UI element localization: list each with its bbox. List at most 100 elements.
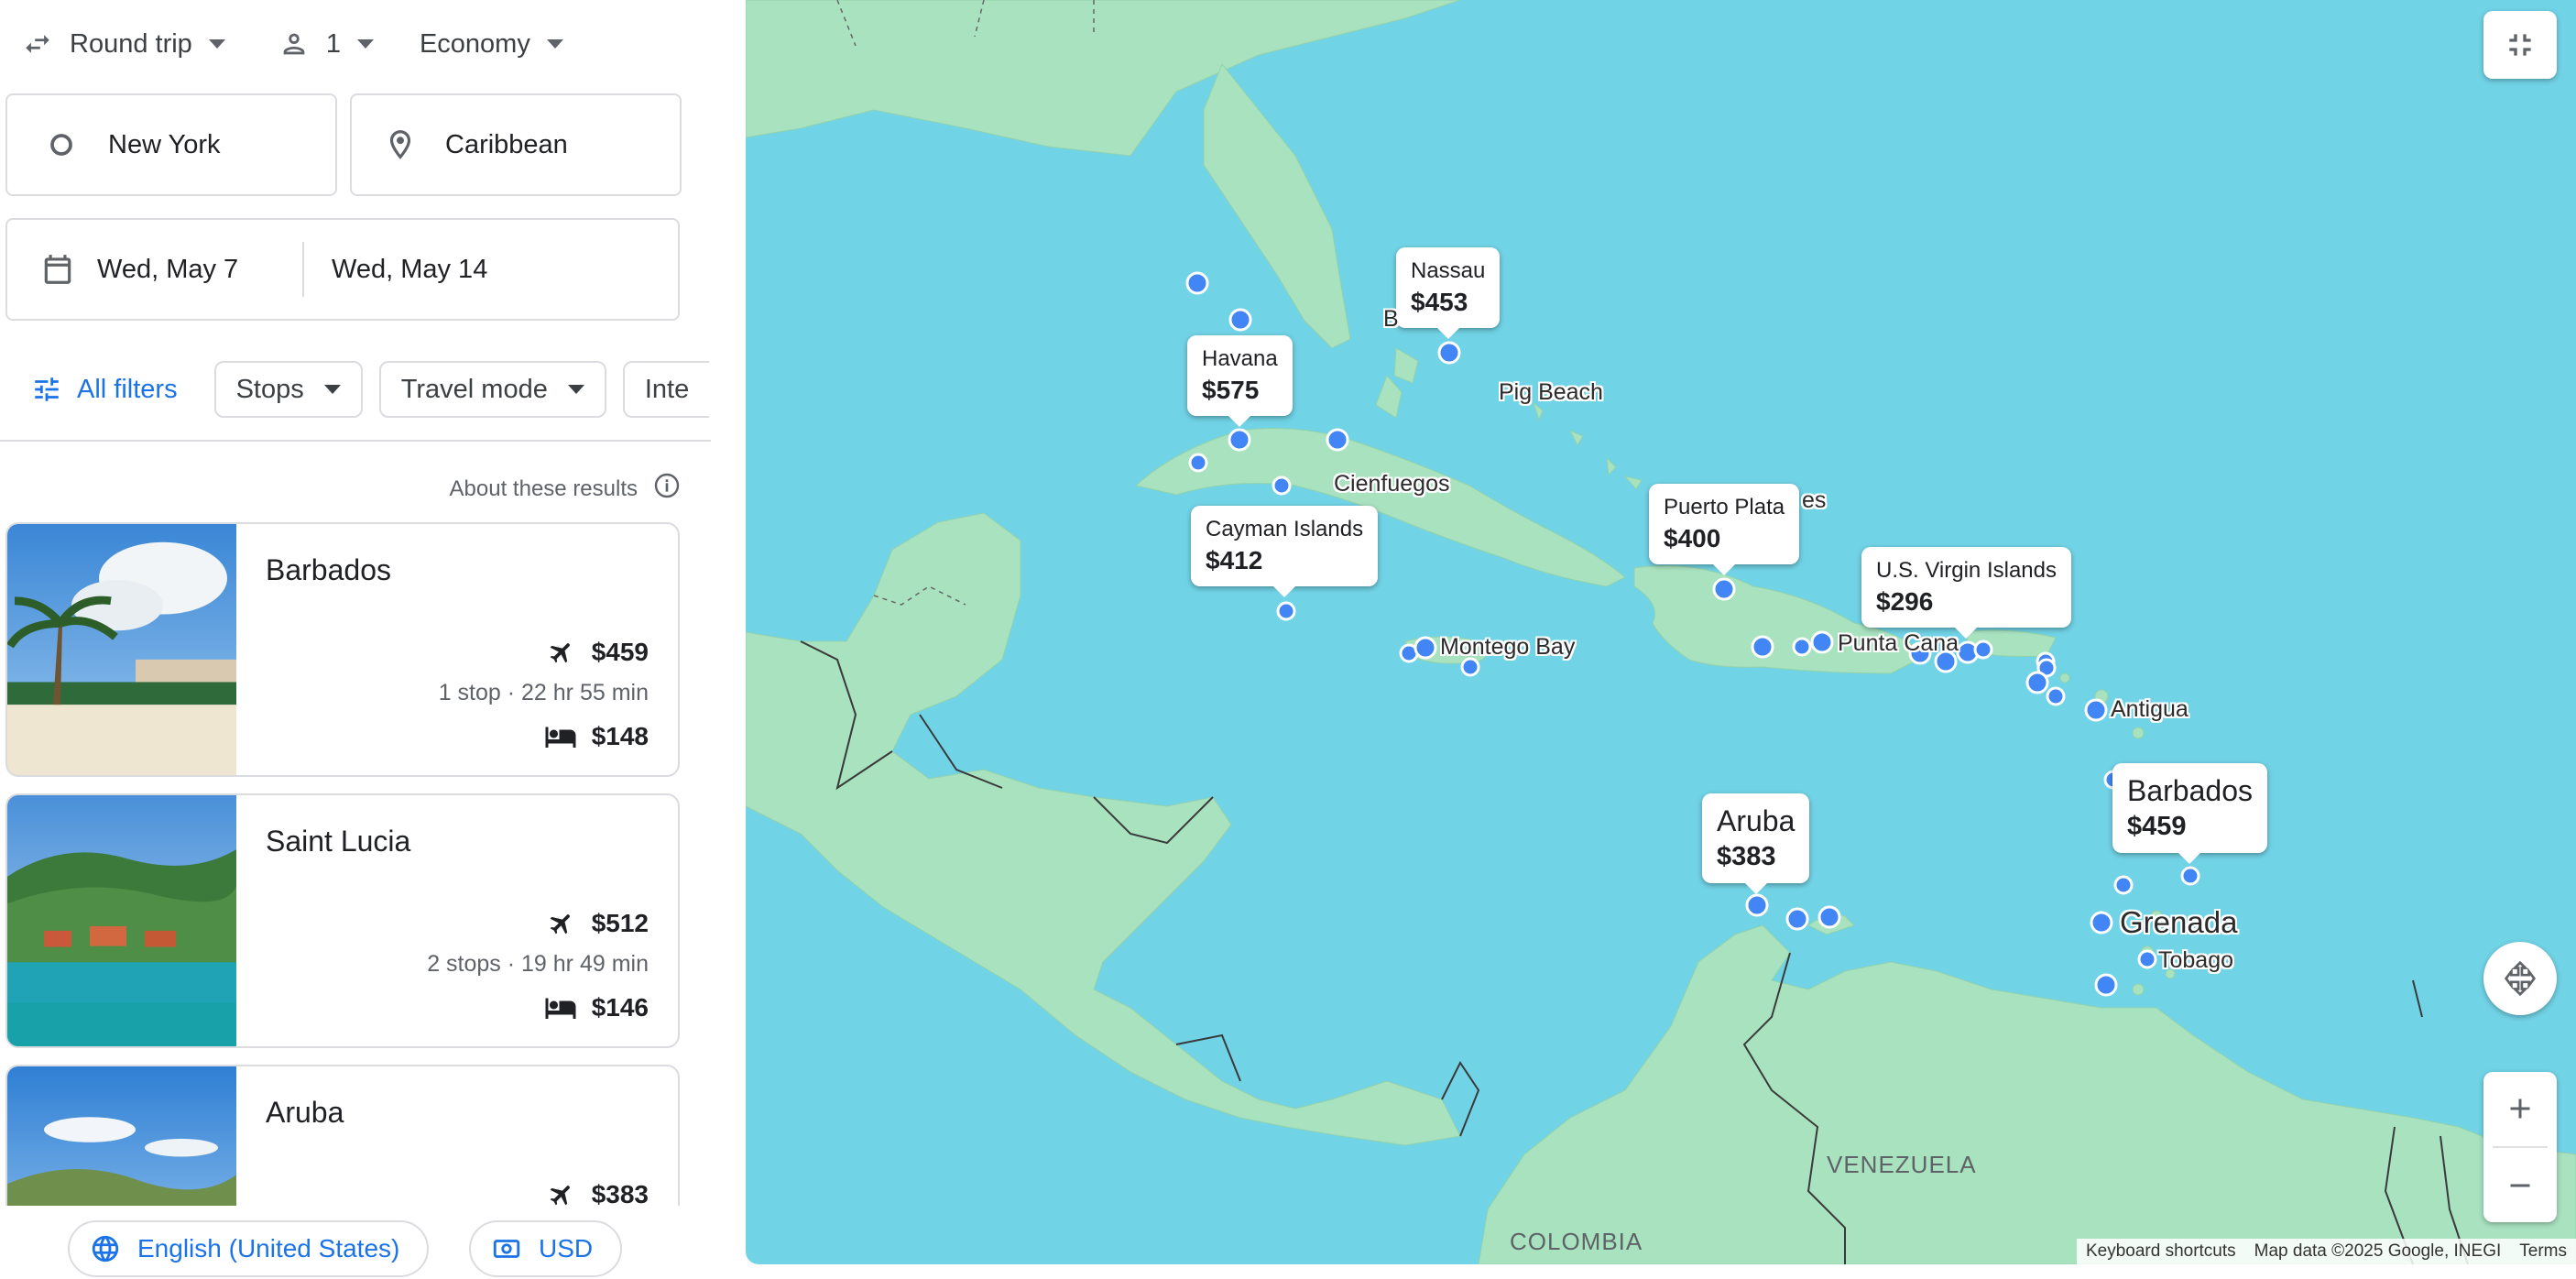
map-price-pin[interactable]: Nassau $453 (1396, 247, 1501, 339)
destination-field[interactable]: Caribbean (350, 93, 682, 196)
country-label: VENEZUELA (1827, 1151, 1977, 1178)
pin-place-name: Cayman Islands (1206, 517, 1364, 541)
date-range-field[interactable]: Wed, May 7 Wed, May 14 (5, 218, 680, 321)
origin-field[interactable]: New York (5, 93, 337, 196)
cabin-class-select[interactable]: Economy (420, 22, 563, 66)
flight-meta: 2 stops · 19 hr 49 min (427, 951, 649, 977)
currency-icon (493, 1240, 520, 1258)
result-card[interactable]: Saint Lucia $512 2 stops · 19 hr 49 min … (5, 793, 680, 1048)
exit-fullscreen-button[interactable] (2483, 11, 2557, 79)
map-price-pin[interactable]: Havana $575 (1187, 335, 1293, 427)
zoom-controls (2483, 1072, 2557, 1222)
flight-price-value: $459 (591, 638, 649, 666)
airplane-icon (550, 643, 570, 663)
return-date[interactable]: Wed, May 14 (332, 255, 487, 285)
destination-photo (7, 795, 236, 1046)
language-button[interactable]: English (United States) (68, 1220, 430, 1277)
map-price-pin[interactable]: Cayman Islands $412 (1191, 506, 1379, 597)
hotel-price-value: $146 (591, 993, 649, 1022)
zoom-divider (2493, 1146, 2548, 1148)
destination-name: Aruba (266, 1096, 344, 1129)
collapse-icon (2509, 34, 2531, 56)
trip-type-label: Round trip (70, 28, 192, 59)
flight-price: $459 (548, 638, 649, 667)
plus-icon (2510, 1099, 2530, 1119)
destination-photo (7, 524, 236, 775)
map-place-label: Punta Cana (1838, 630, 1959, 656)
pin-place-name: Aruba (1717, 804, 1796, 837)
move-arrows-icon (2504, 960, 2537, 997)
language-label: English (United States) (137, 1234, 400, 1263)
map-place-label: Tobago (2158, 947, 2234, 973)
chevron-down-icon (567, 385, 584, 394)
flight-price: $512 (548, 909, 649, 938)
section-divider (0, 440, 711, 442)
trip-options-row: Round trip 1 Economy (20, 22, 563, 66)
info-icon (652, 471, 682, 507)
destination-name: Saint Lucia (266, 825, 411, 858)
airplane-icon (550, 914, 570, 935)
map-place-label: Grenada (2120, 905, 2238, 939)
pin-place-name: Nassau (1411, 258, 1486, 283)
map-price-pin[interactable]: U.S. Virgin Islands $296 (1861, 547, 2071, 639)
tune-icon (35, 377, 59, 401)
travel-mode-label: Travel mode (400, 374, 548, 404)
currency-label: USD (539, 1234, 594, 1263)
map-place-label: Antigua (2111, 696, 2189, 722)
travel-mode-filter-chip[interactable]: Travel mode (378, 361, 606, 418)
search-panel: Round trip 1 Economy New York Caribbean (0, 0, 746, 1279)
minus-icon (2510, 1184, 2530, 1187)
person-icon (277, 27, 311, 61)
interests-filter-chip[interactable]: Inte (622, 361, 710, 418)
pin-price: $453 (1411, 288, 1468, 316)
pin-place-name: Havana (1202, 346, 1278, 371)
terms-link[interactable]: Terms (2510, 1241, 2576, 1262)
calendar-icon (40, 252, 75, 287)
passengers-select[interactable]: 1 (277, 22, 374, 66)
interests-label: Inte (644, 374, 690, 404)
date-divider (302, 242, 304, 297)
pan-control-button[interactable] (2483, 942, 2557, 1015)
pin-price: $383 (1717, 842, 1776, 871)
bed-icon (545, 727, 576, 748)
depart-date[interactable]: Wed, May 7 (97, 255, 302, 285)
pin-price: $400 (1664, 524, 1721, 552)
map-place-label: Montego Bay (1440, 634, 1576, 660)
origin-value: New York (108, 129, 221, 159)
result-card[interactable]: Barbados $459 1 stop · 22 hr 55 min $148 (5, 522, 680, 777)
destination-map[interactable]: Nassau $453 Havana $575 Cayman Islands $… (746, 0, 2576, 1264)
hotel-price-value: $148 (591, 722, 649, 750)
stops-filter-chip[interactable]: Stops (213, 361, 363, 418)
pin-price: $575 (1202, 376, 1260, 404)
trip-type-select[interactable]: Round trip (20, 22, 225, 66)
pin-price: $296 (1876, 587, 1934, 616)
swap-arrows-icon (20, 27, 55, 61)
currency-button[interactable]: USD (469, 1220, 623, 1277)
map-data-credit: Map data ©2025 Google, INEGI (2254, 1241, 2502, 1261)
keyboard-shortcuts-link[interactable]: Keyboard shortcuts (2077, 1241, 2245, 1262)
pin-place-name: Puerto Plata (1664, 495, 1785, 519)
about-results[interactable]: About these results (450, 471, 682, 507)
chevron-down-icon (356, 39, 374, 49)
map-price-pin[interactable]: Barbados $459 (2112, 763, 2267, 864)
zoom-in-button[interactable] (2483, 1072, 2557, 1145)
chevron-down-icon (323, 385, 341, 394)
bed-icon (545, 998, 576, 1019)
hotel-price: $146 (544, 993, 649, 1022)
cabin-class-label: Economy (419, 28, 530, 59)
map-place-label: B (1383, 306, 1399, 332)
map-price-pin[interactable]: Puerto Plata $400 (1649, 484, 1800, 575)
pin-place-name: Barbados (2127, 774, 2253, 807)
destination-value: Caribbean (445, 129, 568, 159)
map-attribution: Keyboard shortcuts Map data ©2025 Google… (2076, 1239, 2576, 1264)
pin-place-name: U.S. Virgin Islands (1876, 558, 2057, 583)
pin-price: $412 (1206, 546, 1263, 574)
about-results-label: About these results (449, 476, 638, 501)
all-filters-button[interactable]: All filters (31, 374, 178, 405)
zoom-out-button[interactable] (2483, 1149, 2557, 1222)
map-place-label: es (1802, 487, 1827, 513)
map-price-pin[interactable]: Aruba $383 (1702, 793, 1810, 894)
location-pin-icon (383, 127, 418, 162)
country-label: COLOMBIA (1510, 1228, 1643, 1255)
map-place-label: Pig Beach (1499, 379, 1603, 405)
